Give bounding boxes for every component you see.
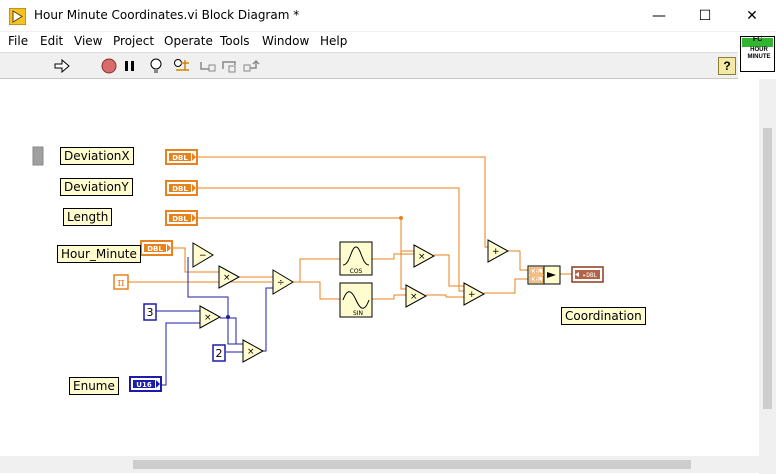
menu-window[interactable]: Window — [262, 34, 309, 48]
vi-icon-banner: FC — [742, 36, 773, 47]
step-into-button[interactable] — [199, 57, 217, 75]
bundle-node[interactable]: DBL DBL — [527, 265, 561, 285]
label-enume[interactable]: Enume — [69, 377, 119, 395]
toolbar — [0, 52, 738, 79]
horizontal-scrollbar[interactable] — [0, 456, 759, 473]
window-title: Hour Minute Coordinates.vi Block Diagram… — [34, 8, 300, 22]
abort-button[interactable] — [100, 57, 118, 75]
vertical-scrollbar[interactable] — [759, 79, 776, 456]
svg-text:×: × — [410, 292, 418, 302]
svg-text:×: × — [223, 273, 231, 283]
retain-wire-values-icon — [174, 59, 189, 71]
step-into-icon — [200, 62, 216, 72]
step-out-button[interactable] — [242, 57, 260, 75]
constant-3[interactable]: 3 — [143, 303, 157, 321]
wire-junction — [226, 315, 230, 319]
cosine-node[interactable]: COS — [339, 241, 373, 276]
labview-app-icon — [9, 8, 26, 25]
scroll-corner — [759, 456, 776, 474]
multiply-node-1[interactable]: × — [218, 265, 241, 289]
label-length[interactable]: Length — [63, 208, 113, 226]
run-arrow-icon — [54, 59, 70, 73]
multiply-node-cos[interactable]: × — [413, 244, 436, 268]
step-over-button[interactable] — [221, 57, 239, 75]
svg-text:DBL: DBL — [172, 154, 188, 162]
dbl-terminal-length[interactable]: DBL — [165, 210, 198, 226]
constant-2[interactable]: 2 — [212, 344, 226, 362]
menu-operate[interactable]: Operate — [164, 34, 213, 48]
step-out-icon — [243, 59, 260, 72]
svg-text:2: 2 — [216, 347, 223, 360]
menu-project[interactable]: Project — [113, 34, 154, 48]
front-panel-decoration — [32, 146, 44, 166]
step-over-icon — [222, 61, 236, 73]
svg-text:+: + — [468, 290, 476, 300]
svg-text:×: × — [418, 252, 426, 262]
svg-text:−: − — [199, 251, 207, 261]
svg-text:COS: COS — [350, 268, 363, 275]
multiply-node-sin[interactable]: × — [405, 284, 428, 308]
svg-text:3: 3 — [147, 306, 154, 319]
add-node-x[interactable]: + — [487, 239, 510, 263]
svg-text:π: π — [117, 276, 124, 289]
pause-button[interactable] — [121, 57, 139, 75]
menu-view[interactable]: View — [74, 34, 102, 48]
menu-tools[interactable]: Tools — [220, 34, 250, 48]
pi-constant[interactable]: π — [113, 274, 129, 290]
u16-terminal-enume[interactable]: U16 — [129, 376, 162, 392]
menu-help[interactable]: Help — [320, 34, 347, 48]
context-help-button[interactable]: ? — [718, 57, 736, 75]
svg-text:DBL: DBL — [531, 269, 541, 275]
svg-text:÷: ÷ — [277, 278, 285, 288]
sine-node[interactable]: SIN — [339, 282, 373, 318]
highlight-execution-button[interactable] — [147, 57, 165, 75]
title-bar: Hour Minute Coordinates.vi Block Diagram… — [0, 0, 776, 32]
horizontal-scroll-thumb[interactable] — [133, 460, 691, 469]
svg-text:+: + — [492, 247, 500, 257]
run-button[interactable] — [53, 57, 71, 75]
maximize-button[interactable]: ☐ — [682, 0, 728, 32]
label-deviationx[interactable]: DeviationX — [60, 147, 134, 165]
svg-text:▸DBL: ▸DBL — [583, 272, 598, 279]
vi-icon-text: HOUR MINUTE — [747, 47, 771, 60]
wire-junction — [399, 216, 403, 220]
dbl-terminal-hour-minute[interactable]: DBL — [140, 240, 173, 256]
subtract-node[interactable]: − — [192, 242, 214, 268]
multiply-node-2[interactable]: × — [199, 305, 222, 329]
dbl-terminal-deviationy[interactable]: DBL — [165, 180, 198, 196]
label-hour-minute[interactable]: Hour_Minute — [57, 245, 141, 263]
svg-text:×: × — [204, 313, 212, 323]
pause-icon — [125, 61, 134, 71]
menu-file[interactable]: File — [8, 34, 28, 48]
dbl-terminal-deviationx[interactable]: DBL — [165, 149, 198, 165]
retain-wire-values-button[interactable] — [173, 57, 191, 75]
menu-edit[interactable]: Edit — [40, 34, 63, 48]
svg-text:DBL: DBL — [172, 185, 188, 193]
abort-icon — [101, 58, 117, 74]
block-diagram: DBL DBL DBL DBL π 3 2 U16 − × ÷ × × × × … — [32, 146, 604, 392]
menu-bar: File Edit View Project Operate Tools Win… — [0, 32, 776, 52]
svg-text:×: × — [247, 347, 255, 357]
multiply-node-3[interactable]: × — [242, 339, 265, 363]
coordination-indicator[interactable]: ▸DBL — [571, 266, 604, 283]
add-node-y[interactable]: + — [463, 282, 486, 306]
vertical-scroll-thumb[interactable] — [763, 128, 772, 409]
close-button[interactable]: ✕ — [729, 0, 775, 32]
divide-node[interactable]: ÷ — [272, 269, 294, 295]
svg-text:DBL: DBL — [147, 245, 163, 253]
float-wires — [128, 156, 572, 300]
label-coordination[interactable]: Coordination — [561, 307, 646, 325]
svg-text:SIN: SIN — [353, 310, 363, 317]
svg-text:DBL: DBL — [172, 215, 188, 223]
highlight-execution-icon — [150, 58, 162, 73]
svg-text:DBL: DBL — [531, 277, 541, 283]
label-deviationy[interactable]: DeviationY — [60, 178, 133, 196]
integer-wires — [156, 257, 274, 386]
minimize-button[interactable]: — — [636, 0, 682, 32]
svg-text:U16: U16 — [136, 381, 152, 389]
block-diagram-canvas[interactable]: DBL DBL DBL DBL π 3 2 U16 − × ÷ × × × × … — [0, 79, 759, 456]
vi-icon[interactable]: FC HOUR MINUTE — [740, 36, 775, 72]
